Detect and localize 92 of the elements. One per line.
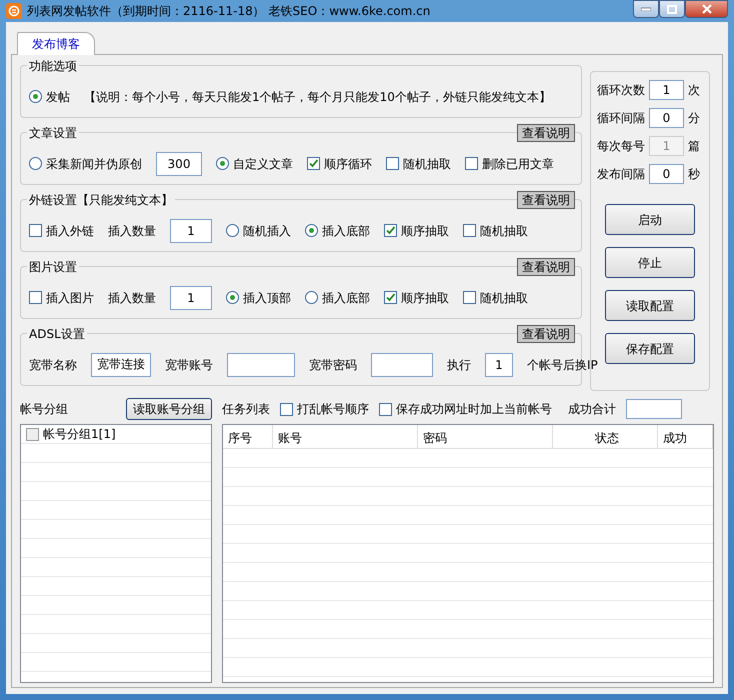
option-label[interactable]: 插入底部	[322, 288, 370, 306]
field-label: 插入数量	[108, 222, 156, 240]
help-button[interactable]: 查看说明	[517, 325, 575, 343]
radio-button[interactable]	[216, 157, 229, 170]
option-label[interactable]: 随机抽取	[480, 288, 528, 306]
note-text: 【说明：每个小号，每天只能发1个帖子，每个月只能发10个帖子，外链只能发纯文本】	[84, 88, 551, 106]
option-label[interactable]: 打乱帐号顺序	[297, 400, 369, 418]
tab[interactable]: 发布博客	[17, 32, 95, 55]
checkbox[interactable]	[386, 157, 399, 170]
input-field[interactable]: 0	[649, 108, 684, 128]
minimize-icon	[641, 7, 651, 11]
close-button[interactable]	[685, 0, 728, 18]
field-label: 每次每号	[597, 138, 645, 155]
input-field[interactable]: 1	[170, 286, 212, 310]
field-label: 发布间隔	[597, 166, 645, 183]
radio-button[interactable]	[226, 291, 239, 304]
input-field[interactable]	[227, 352, 295, 376]
field-label: 成功合计	[568, 401, 616, 418]
field-label: 宽带密码	[309, 356, 357, 374]
list-item[interactable]: 帐号分组1[1]	[43, 425, 116, 443]
option-label[interactable]: 发帖	[46, 88, 70, 106]
checkbox[interactable]	[463, 291, 476, 304]
group-title: 功能选项	[27, 57, 79, 75]
app-icon	[6, 3, 22, 19]
checkbox[interactable]	[384, 291, 397, 304]
help-button[interactable]: 查看说明	[517, 191, 575, 209]
input-field[interactable]: 宽带连接	[91, 352, 151, 376]
checkbox[interactable]	[465, 157, 478, 170]
action-button[interactable]: 启动	[605, 204, 695, 235]
checkbox[interactable]	[280, 402, 293, 416]
radio-button[interactable]	[226, 224, 239, 237]
option-label[interactable]: 随机抽取	[480, 222, 528, 240]
section-label: 帐号分组	[20, 401, 68, 418]
close-icon	[702, 4, 712, 14]
field-label: 个帐号后换IP	[527, 356, 598, 374]
checkbox[interactable]	[463, 224, 476, 237]
help-button[interactable]: 查看说明	[517, 124, 575, 142]
checkbox[interactable]	[379, 402, 392, 416]
unit-label: 分	[688, 110, 700, 127]
option-label[interactable]: 保存成功网址时加上当前帐号	[396, 400, 552, 418]
action-button[interactable]: 保存配置	[605, 333, 695, 364]
checkbox[interactable]	[29, 291, 42, 304]
checkbox[interactable]	[384, 224, 397, 237]
field-label: 循环次数	[597, 82, 645, 99]
field-label: 宽带账号	[165, 356, 213, 374]
input-field[interactable]: 300	[156, 152, 202, 176]
column-header[interactable]: 成功	[658, 425, 713, 448]
checkbox[interactable]	[26, 428, 39, 440]
option-label[interactable]: 插入图片	[46, 288, 94, 306]
load-groups-button[interactable]: 读取账号分组	[126, 398, 212, 420]
action-button[interactable]: 停止	[605, 247, 695, 278]
field-label: 执行	[447, 356, 471, 374]
unit-label: 篇	[688, 138, 700, 155]
option-label[interactable]: 采集新闻并伪原创	[46, 154, 142, 172]
option-label[interactable]: 顺序抽取	[401, 288, 449, 306]
radio-button[interactable]	[29, 157, 42, 170]
option-label[interactable]: 插入顶部	[243, 288, 291, 306]
input-field[interactable]: 0	[649, 164, 684, 184]
window-title: 列表网发帖软件（到期时间：2116-11-18） 老铁SEO：www.6ke.com.cn	[27, 3, 430, 20]
option-label[interactable]: 插入外链	[46, 222, 94, 240]
maximize-button[interactable]	[659, 0, 685, 18]
checkbox[interactable]	[29, 224, 42, 237]
input-field[interactable]: 1	[170, 218, 212, 242]
input-field[interactable]	[371, 352, 433, 376]
radio-button[interactable]	[305, 291, 318, 304]
column-header[interactable]: 密码	[418, 425, 553, 448]
maximize-icon	[667, 4, 677, 14]
option-label[interactable]: 插入底部	[322, 222, 370, 240]
input-field[interactable]	[626, 399, 682, 419]
column-header[interactable]: 状态	[553, 425, 658, 448]
minimize-button[interactable]	[633, 0, 659, 18]
option-label[interactable]: 顺序抽取	[401, 222, 449, 240]
input-field[interactable]: 1	[485, 352, 513, 376]
column-header[interactable]: 账号	[273, 425, 418, 448]
help-button[interactable]: 查看说明	[517, 258, 575, 276]
option-label[interactable]: 删除已用文章	[482, 154, 554, 172]
option-label[interactable]: 顺序循环	[324, 154, 372, 172]
radio-button[interactable]	[305, 224, 318, 237]
unit-label: 次	[688, 82, 700, 99]
field-label: 插入数量	[108, 290, 156, 306]
input-field[interactable]: 1	[649, 80, 684, 100]
option-label[interactable]: 随机抽取	[403, 154, 451, 172]
action-button[interactable]: 读取配置	[605, 290, 695, 321]
checkbox[interactable]	[307, 157, 320, 170]
field-label: 循环间隔	[597, 110, 645, 127]
section-label: 任务列表	[222, 401, 270, 418]
option-label[interactable]: 随机插入	[243, 222, 291, 240]
column-header[interactable]: 序号	[223, 425, 273, 448]
radio-button[interactable]	[29, 90, 42, 103]
unit-label: 秒	[688, 166, 700, 183]
field-label: 宽带名称	[29, 356, 77, 374]
option-label[interactable]: 自定义文章	[233, 154, 293, 172]
